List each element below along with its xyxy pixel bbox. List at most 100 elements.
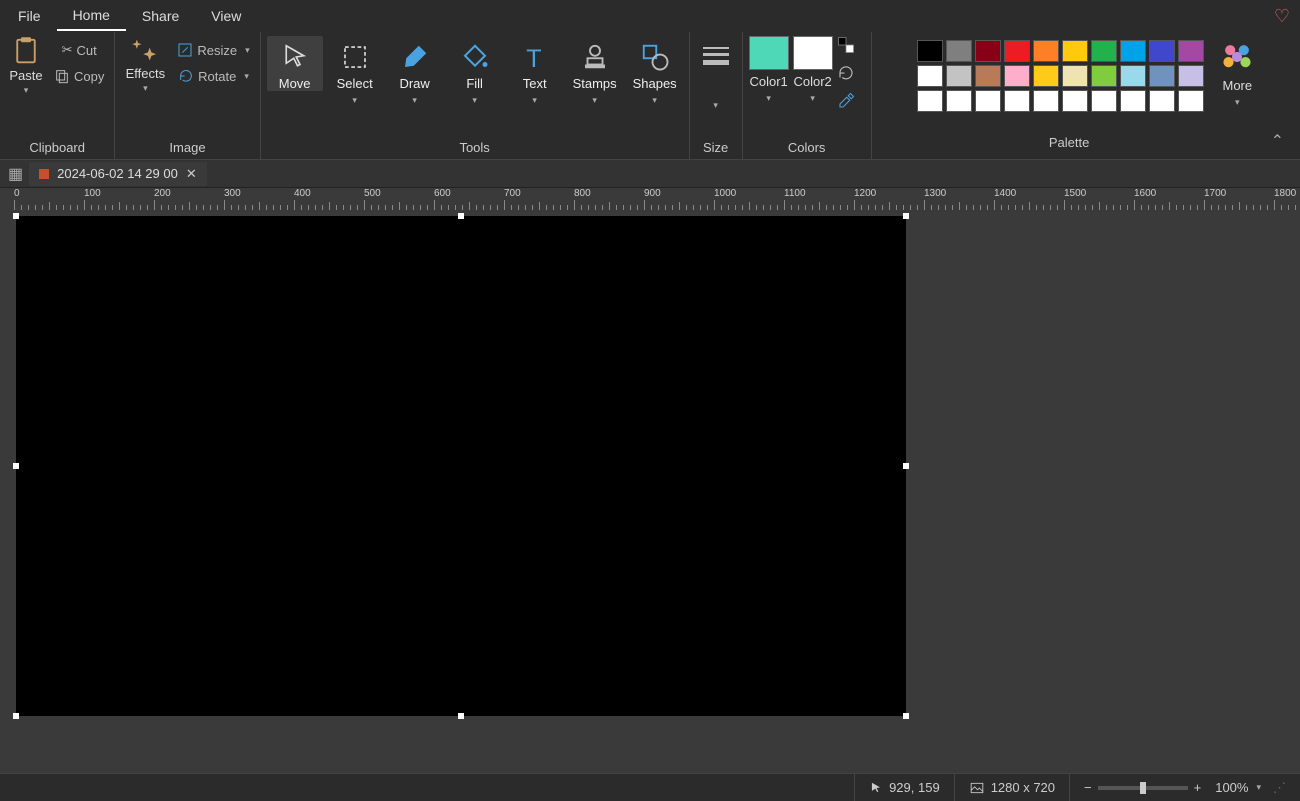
menu-share[interactable]: Share bbox=[126, 2, 195, 30]
reset-colors-icon[interactable] bbox=[837, 64, 855, 82]
zoom-out-button[interactable]: − bbox=[1084, 780, 1092, 795]
palette-color[interactable] bbox=[1149, 65, 1175, 87]
palette-color[interactable] bbox=[1091, 40, 1117, 62]
palette-color[interactable] bbox=[1062, 90, 1088, 112]
canvas-size-value: 1280 x 720 bbox=[991, 780, 1055, 795]
palette-color[interactable] bbox=[946, 90, 972, 112]
menu-home[interactable]: Home bbox=[57, 1, 126, 31]
resize-handle[interactable] bbox=[458, 213, 464, 219]
ruler-tick-label: 900 bbox=[644, 188, 661, 199]
resize-handle[interactable] bbox=[458, 713, 464, 719]
color2-button[interactable]: Color2 ▾ bbox=[793, 36, 833, 104]
palette-color[interactable] bbox=[1149, 40, 1175, 62]
resize-handle[interactable] bbox=[903, 463, 909, 469]
palette-color[interactable] bbox=[1120, 40, 1146, 62]
palette-color[interactable] bbox=[917, 90, 943, 112]
swap-colors-icon[interactable] bbox=[837, 36, 855, 54]
tool-shapes[interactable]: Shapes ▾ bbox=[627, 36, 683, 106]
palette-color[interactable] bbox=[975, 40, 1001, 62]
chevron-down-icon: ▾ bbox=[810, 93, 815, 104]
more-colors-button[interactable]: More ▾ bbox=[1220, 40, 1254, 108]
palette-color[interactable] bbox=[1004, 40, 1030, 62]
chevron-down-icon: ▾ bbox=[713, 100, 718, 111]
ruler-tick-label: 200 bbox=[154, 188, 171, 199]
palette-color[interactable] bbox=[1178, 40, 1204, 62]
rotate-button[interactable]: Rotate ▾ bbox=[174, 66, 253, 86]
tab-color-indicator bbox=[39, 169, 49, 179]
zoom-in-button[interactable]: + bbox=[1194, 780, 1202, 795]
canvas[interactable] bbox=[16, 216, 906, 716]
palette-color[interactable] bbox=[917, 40, 943, 62]
palette-color[interactable] bbox=[1120, 65, 1146, 87]
palette-color[interactable] bbox=[1004, 90, 1030, 112]
tool-stamps[interactable]: Stamps ▾ bbox=[567, 36, 623, 106]
statusbar: 929, 159 1280 x 720 − + 100% ▾ ⋰ bbox=[0, 773, 1300, 801]
palette-color[interactable] bbox=[975, 65, 1001, 87]
resize-handle[interactable] bbox=[13, 713, 19, 719]
menu-file[interactable]: File bbox=[2, 2, 57, 30]
resize-handle[interactable] bbox=[13, 463, 19, 469]
paste-button[interactable]: Paste ▾ bbox=[6, 36, 46, 96]
resize-handle[interactable] bbox=[903, 213, 909, 219]
color1-swatch bbox=[749, 36, 789, 70]
palette-color[interactable] bbox=[1062, 65, 1088, 87]
tool-draw[interactable]: Draw ▾ bbox=[387, 36, 443, 106]
resize-handle[interactable] bbox=[13, 213, 19, 219]
color-wheel-icon bbox=[1220, 40, 1254, 74]
cut-label: Cut bbox=[77, 43, 97, 58]
tool-fill[interactable]: Fill ▾ bbox=[447, 36, 503, 106]
palette-color[interactable] bbox=[946, 40, 972, 62]
ruler-tick-label: 1600 bbox=[1134, 188, 1156, 199]
tool-move[interactable]: Move bbox=[267, 36, 323, 91]
heart-icon[interactable]: ♡ bbox=[1274, 6, 1290, 27]
chevron-down-icon: ▾ bbox=[412, 95, 417, 106]
ruler-tick-label: 700 bbox=[504, 188, 521, 199]
zoom-slider[interactable] bbox=[1098, 786, 1188, 790]
group-clipboard: Paste ▾ ✂ Cut Copy Clipboard bbox=[0, 32, 115, 159]
copy-button[interactable]: Copy bbox=[50, 66, 108, 86]
group-palette-label: Palette bbox=[878, 131, 1261, 152]
palette-color[interactable] bbox=[917, 65, 943, 87]
group-size-label: Size bbox=[703, 136, 728, 157]
ruler-tick-label: 1100 bbox=[784, 188, 806, 199]
cut-button[interactable]: ✂ Cut bbox=[58, 40, 101, 60]
zoom-value: 100% bbox=[1215, 780, 1248, 795]
rotate-icon bbox=[178, 68, 194, 84]
collapse-ribbon-button[interactable]: ⌃ bbox=[1261, 125, 1294, 157]
eyedropper-icon[interactable] bbox=[837, 92, 855, 110]
palette-color[interactable] bbox=[1004, 65, 1030, 87]
palette-color[interactable] bbox=[1033, 90, 1059, 112]
close-tab-button[interactable]: ✕ bbox=[186, 166, 197, 182]
group-tools-label: Tools bbox=[459, 136, 489, 157]
resize-label: Resize bbox=[197, 43, 237, 58]
more-colors-label: More bbox=[1223, 78, 1253, 93]
menu-view[interactable]: View bbox=[195, 2, 257, 30]
zoom-slider-thumb[interactable] bbox=[1140, 782, 1146, 794]
palette-color[interactable] bbox=[1033, 65, 1059, 87]
size-button[interactable]: ▾ bbox=[696, 36, 736, 111]
palette-color[interactable] bbox=[975, 90, 1001, 112]
palette-color[interactable] bbox=[1120, 90, 1146, 112]
group-image-label: Image bbox=[169, 136, 205, 157]
resize-button[interactable]: Resize ▾ bbox=[173, 40, 253, 60]
palette-color[interactable] bbox=[946, 65, 972, 87]
palette-color[interactable] bbox=[1091, 90, 1117, 112]
group-tools: Move Select ▾ Draw ▾ Fill ▾ T Text ▾ bbox=[261, 32, 690, 159]
palette-color[interactable] bbox=[1062, 40, 1088, 62]
palette-color[interactable] bbox=[1178, 90, 1204, 112]
tool-text[interactable]: T Text ▾ bbox=[507, 36, 563, 106]
ruler-tick-label: 800 bbox=[574, 188, 591, 199]
document-tab[interactable]: 2024-06-02 14 29 00 ✕ bbox=[29, 162, 207, 186]
tool-select[interactable]: Select ▾ bbox=[327, 36, 383, 106]
tab-grid-icon[interactable]: ▦ bbox=[2, 164, 29, 184]
effects-button[interactable]: Effects ▾ bbox=[121, 36, 169, 94]
color2-swatch bbox=[793, 36, 833, 70]
palette-color[interactable] bbox=[1149, 90, 1175, 112]
palette-color[interactable] bbox=[1091, 65, 1117, 87]
color1-button[interactable]: Color1 ▾ bbox=[749, 36, 789, 104]
chevron-down-icon[interactable]: ▾ bbox=[1256, 782, 1261, 793]
palette-color[interactable] bbox=[1178, 65, 1204, 87]
palette-color[interactable] bbox=[1033, 40, 1059, 62]
chevron-down-icon: ▾ bbox=[244, 71, 249, 82]
resize-handle[interactable] bbox=[903, 713, 909, 719]
